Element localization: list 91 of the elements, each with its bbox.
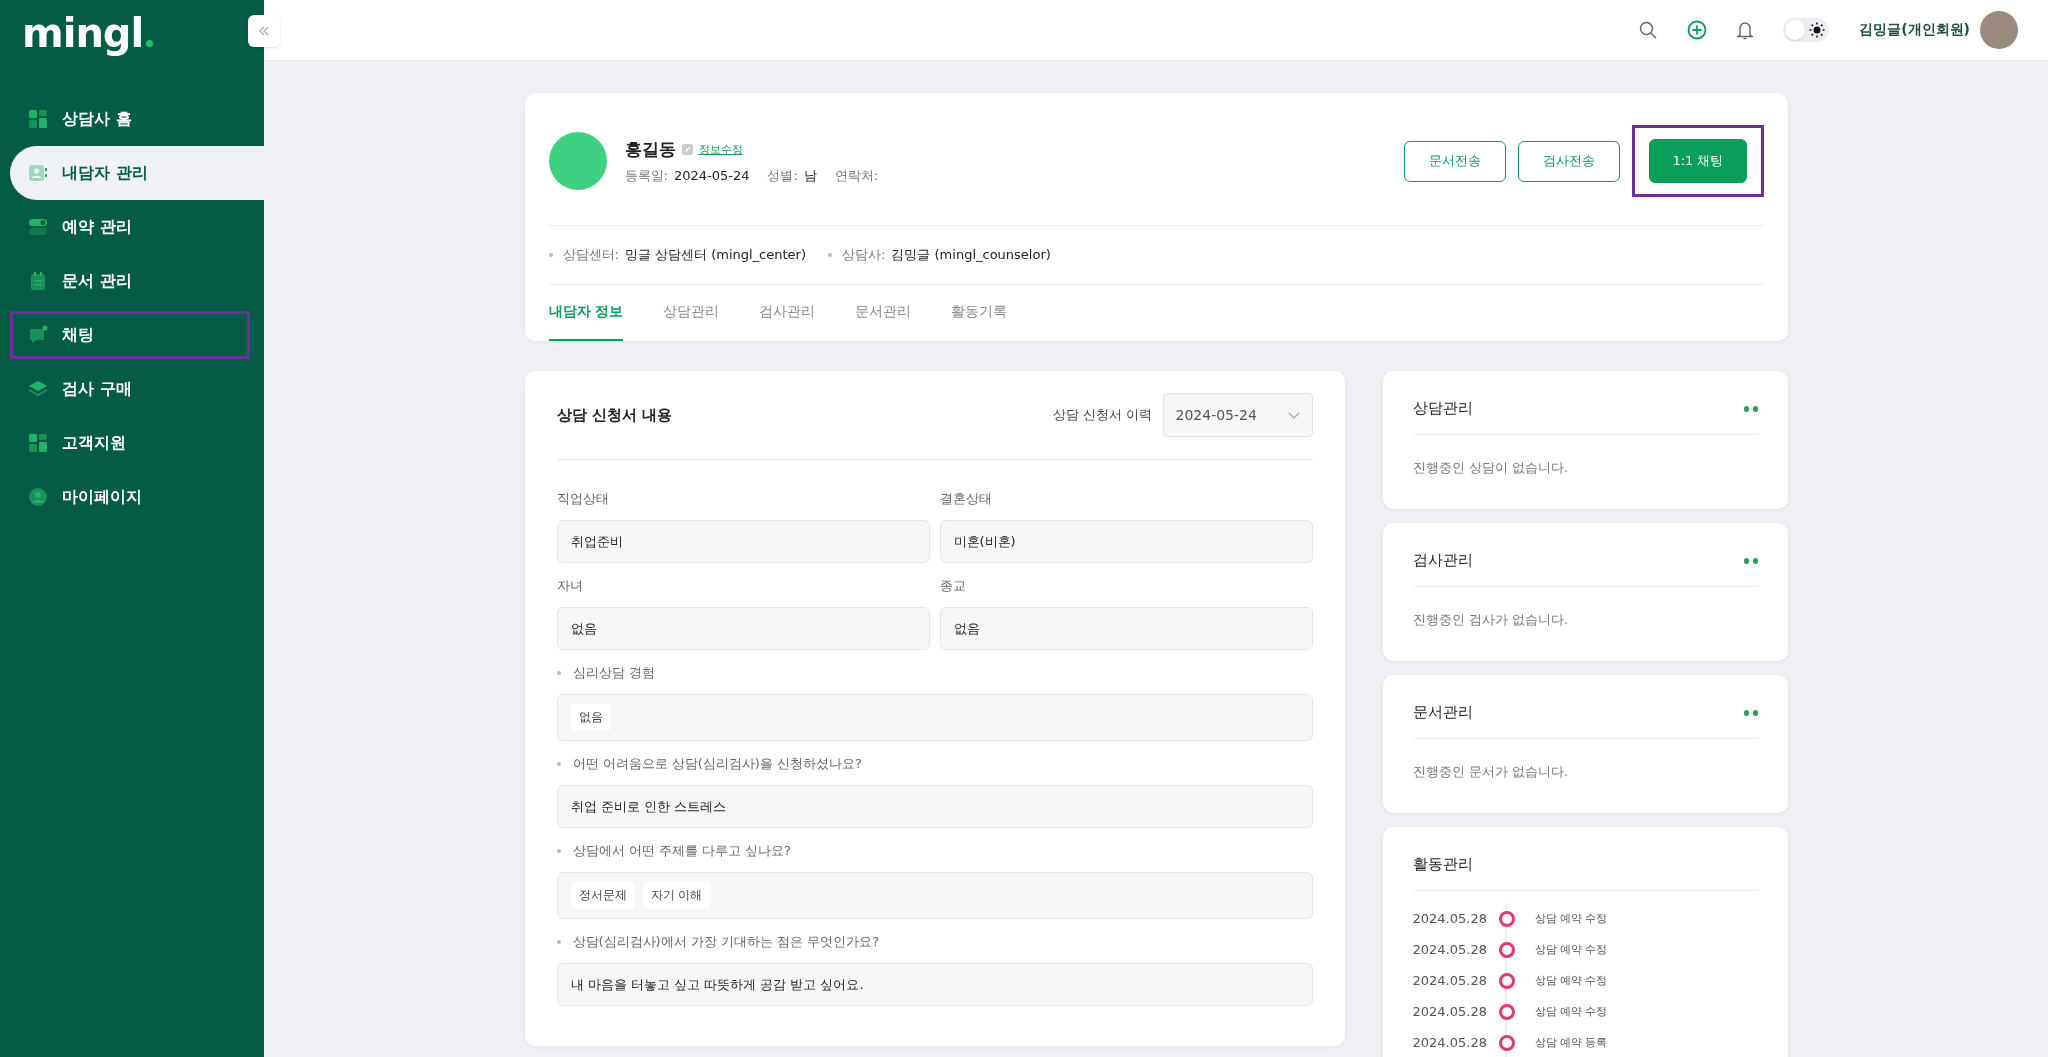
question-label: 상담(심리검사)에서 가장 기대하는 점은 무엇인가요? <box>556 933 1313 951</box>
card-title: 상담관리 <box>1412 399 1473 418</box>
activity-label: 상담 예약 수정 <box>1534 911 1608 926</box>
activity-label: 상담 예약 수정 <box>1534 1004 1608 1019</box>
bell-icon[interactable] <box>1737 20 1754 40</box>
input-field[interactable]: 없음 <box>556 607 930 650</box>
sidebar-item[interactable]: 고객지원 <box>10 416 264 470</box>
client-name: 홍길동 <box>624 137 676 161</box>
person-icon <box>28 487 48 507</box>
avatar-photo-placeholder[interactable] <box>1980 11 2018 49</box>
timeline-dot-icon <box>1498 910 1515 927</box>
action-button[interactable]: 문서전송 <box>1404 140 1507 182</box>
meta-value: 남 <box>803 167 817 183</box>
action-button[interactable]: 검사전송 <box>1518 140 1621 182</box>
input-field[interactable]: 내 마음을 터놓고 싶고 따뜻하게 공감 받고 싶어요. <box>556 963 1313 1006</box>
tag: 자기 이해 <box>642 882 711 909</box>
detail-value: 김밍글 (mingl_counselor) <box>891 246 1051 264</box>
timeline-dot-icon <box>1498 941 1515 958</box>
activity-label: 상담 예약 수정 <box>1534 942 1608 957</box>
timeline-dot-icon <box>1498 1003 1515 1020</box>
meta-label: 등록일: <box>624 167 668 183</box>
field-label: 결혼상태 <box>939 490 993 508</box>
timeline-dot-icon <box>1498 1034 1515 1051</box>
question-label: 심리상담 경험 <box>556 664 1313 682</box>
dots-icon[interactable] <box>1743 557 1758 564</box>
history-select[interactable]: 2024-05-24 <box>1162 393 1313 437</box>
question-label: 상담에서 어떤 주제를 다루고 싶나요? <box>556 842 1313 860</box>
sidebar-item[interactable]: 내담자 관리 <box>10 146 264 200</box>
activity-label: 상담 예약 수정 <box>1534 973 1608 988</box>
activity-date: 2024.05.28 <box>1412 1035 1488 1050</box>
chevron-down-icon <box>1287 411 1300 419</box>
grid-icon <box>28 109 48 129</box>
toggle-icon <box>28 217 48 237</box>
tab[interactable]: 검사관리 <box>759 285 816 341</box>
field-label: 자녀 <box>556 577 584 595</box>
sidebar-item[interactable]: 마이페이지 <box>10 470 264 524</box>
question-label: 어떤 어려움으로 상담(심리검사)을 신청하셨나요? <box>556 755 1313 773</box>
grid-icon <box>28 433 48 453</box>
empty-message: 진행중인 상담이 없습니다. <box>1412 459 1569 477</box>
edit-info-link[interactable]: 정보수정 <box>698 141 743 157</box>
detail-label: 상담센터: <box>562 246 619 264</box>
input-field[interactable]: 취업 준비로 인한 스트레스 <box>556 785 1313 828</box>
timeline-dot-icon <box>1498 972 1515 989</box>
input-field[interactable]: 미혼(비혼) <box>939 520 1313 563</box>
tag: 정서문제 <box>570 882 635 909</box>
activity-label: 상담 예약 등록 <box>1534 1035 1608 1050</box>
detail-label: 상담사: <box>842 246 886 264</box>
double-chevron-left-icon <box>258 24 270 37</box>
logo: mingl <box>0 8 176 92</box>
collapse-button[interactable] <box>248 15 280 47</box>
avatar-placeholder <box>548 132 607 190</box>
detail-value: 밍글 상담센터 (mingl_center) <box>624 246 806 264</box>
input-field[interactable]: 없음 <box>939 607 1313 650</box>
activity-date: 2024.05.28 <box>1412 1004 1488 1019</box>
meta-label: 연락처: <box>834 167 879 183</box>
sidebar-item[interactable]: 상담사 홈 <box>10 92 264 146</box>
activity-date: 2024.05.28 <box>1412 911 1488 926</box>
dots-icon[interactable] <box>1743 405 1758 412</box>
card-title: 검사관리 <box>1412 551 1473 570</box>
form-title: 상담 신청서 내용 <box>556 405 672 425</box>
calendar-icon <box>28 271 48 291</box>
pencil-icon <box>681 143 693 155</box>
theme-toggle[interactable] <box>1783 18 1830 42</box>
input-field[interactable]: 취업준비 <box>556 520 930 563</box>
sidebar-item[interactable]: 채팅 <box>10 311 250 359</box>
activity-date: 2024.05.28 <box>1412 973 1488 988</box>
activity-date: 2024.05.28 <box>1412 942 1488 957</box>
field-label: 종교 <box>939 577 967 595</box>
field-label: 직업상태 <box>556 490 610 508</box>
sidebar-item[interactable]: 문서 관리 <box>10 254 264 308</box>
card-title: 문서관리 <box>1412 703 1473 722</box>
tag: 없음 <box>570 704 611 731</box>
search-icon[interactable] <box>1639 21 1658 39</box>
history-label: 상담 신청서 이력 <box>1053 406 1153 424</box>
empty-message: 진행중인 검사가 없습니다. <box>1412 611 1569 629</box>
user-name[interactable]: 김밍글(개인회원) <box>1859 21 1970 39</box>
sidebar-item[interactable]: 예약 관리 <box>10 200 264 254</box>
add-icon[interactable] <box>1687 20 1708 40</box>
empty-message: 진행중인 문서가 없습니다. <box>1412 763 1569 781</box>
meta-value: 2024-05-24 <box>673 167 750 183</box>
tab[interactable]: 활동기록 <box>951 285 1008 341</box>
sun-icon <box>1809 22 1826 38</box>
chat-bubble-icon <box>28 325 48 345</box>
sidebar-item[interactable]: 검사 구매 <box>10 362 264 416</box>
tab[interactable]: 상담관리 <box>663 285 720 341</box>
dots-icon[interactable] <box>1743 709 1758 716</box>
card-title: 활동관리 <box>1412 855 1473 874</box>
tab[interactable]: 문서관리 <box>855 285 912 341</box>
layers-icon <box>28 379 48 399</box>
meta-label: 성별: <box>767 167 798 183</box>
contact-card-icon <box>28 163 48 183</box>
